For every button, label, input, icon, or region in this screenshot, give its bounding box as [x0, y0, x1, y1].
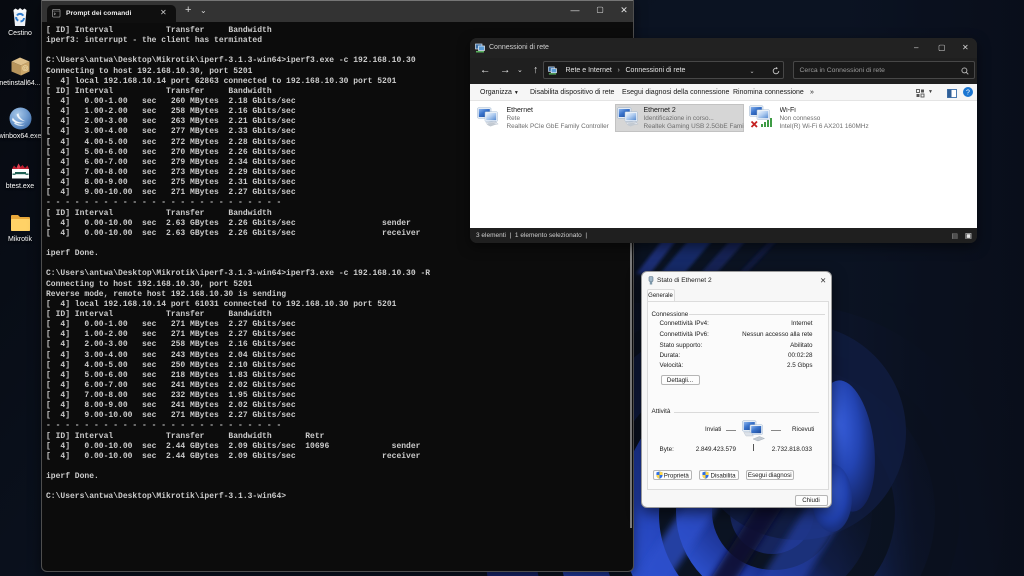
svg-text:?: ? [966, 90, 970, 97]
